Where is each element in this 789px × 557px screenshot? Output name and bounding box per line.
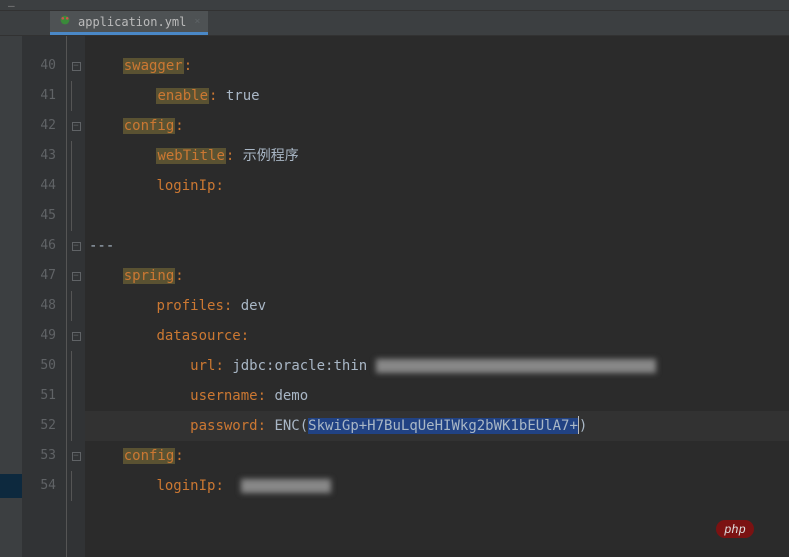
watermark-text: php [716,520,754,538]
yaml-file-icon [58,13,72,30]
code-line[interactable]: webTitle: 示例程序 [85,141,789,171]
yaml-key: swagger [123,58,184,74]
fold-marker [67,471,85,501]
yaml-key: profiles [156,298,223,314]
code-line[interactable]: spring: [85,261,789,291]
line-number: 47 [22,261,66,291]
yaml-value: dev [241,298,266,314]
fold-marker [67,201,85,231]
yaml-key: password [190,418,257,434]
yaml-key: loginIp [156,178,215,194]
tab-label: application.yml [78,15,186,29]
fold-marker[interactable]: − [67,111,85,141]
yaml-value: demo [274,388,308,404]
code-line[interactable]: loginIp: [85,471,789,501]
line-number: 43 [22,141,66,171]
toolbar-dash: — [8,0,15,12]
code-line[interactable]: config: [85,441,789,471]
selected-text: SkwiGp+H7BuLqUeHIWkg2bWK1bEUlA7+ [308,418,578,434]
fold-marker [67,381,85,411]
fold-marker [67,171,85,201]
line-number: 54 [22,471,66,501]
yaml-key: username [190,388,257,404]
yaml-key: url [190,358,215,374]
yaml-key: loginIp [156,478,215,494]
line-number: 41 [22,81,66,111]
line-number: 45 [22,201,66,231]
code-line[interactable]: password: ENC(SkwiGp+H7BuLqUeHIWkg2bWK1b… [85,411,789,441]
code-line[interactable]: enable: true [85,81,789,111]
code-line[interactable] [85,201,789,231]
close-icon[interactable]: × [194,16,200,27]
line-number-gutter: 404142434445464748495051525354 [22,36,67,557]
tab-application-yml[interactable]: application.yml × [50,11,208,35]
fold-marker[interactable]: − [67,51,85,81]
fold-marker [67,291,85,321]
redacted-text [241,479,331,493]
editor-tab-bar: application.yml × [0,11,789,36]
toolbar: — [0,0,789,11]
yaml-key: config [123,448,176,464]
code-line[interactable]: loginIp: [85,171,789,201]
fold-marker[interactable]: − [67,231,85,261]
line-number: 50 [22,351,66,381]
fold-marker[interactable]: − [67,321,85,351]
left-margin-highlight [0,474,22,498]
line-number: 44 [22,171,66,201]
fold-gutter: −−−−−− [67,36,85,557]
line-number: 52 [22,411,66,441]
code-line[interactable]: profiles: dev [85,291,789,321]
yaml-value: true [226,88,260,104]
code-line[interactable]: datasource: [85,321,789,351]
yaml-key: config [123,118,176,134]
line-number: 42 [22,111,66,141]
editor[interactable]: 404142434445464748495051525354 −−−−−− sw… [0,36,789,557]
fold-marker[interactable]: − [67,441,85,471]
line-number: 40 [22,51,66,81]
code-line[interactable]: config: [85,111,789,141]
yaml-value: 示例程序 [243,148,299,164]
code-line[interactable]: url: jdbc:oracle:thin [85,351,789,381]
code-body[interactable]: swagger: enable: true config: webTitle: … [85,36,789,557]
code-line[interactable]: swagger: [85,51,789,81]
code-line[interactable]: username: demo [85,381,789,411]
line-number: 48 [22,291,66,321]
fold-marker[interactable]: − [67,261,85,291]
fold-marker [67,141,85,171]
line-number: 53 [22,441,66,471]
line-number: 49 [22,321,66,351]
fold-marker [67,81,85,111]
fold-marker [67,411,85,441]
fold-marker [67,351,85,381]
redacted-text [376,359,656,373]
yaml-value: jdbc:oracle:thin [232,358,367,374]
watermark: php [716,521,754,537]
line-number: 51 [22,381,66,411]
yaml-key: webTitle [156,148,225,164]
yaml-key: enable [156,88,209,104]
yaml-key: spring [123,268,176,284]
code-line[interactable]: --- [85,231,789,261]
line-number: 46 [22,231,66,261]
yaml-key: datasource [156,328,240,344]
